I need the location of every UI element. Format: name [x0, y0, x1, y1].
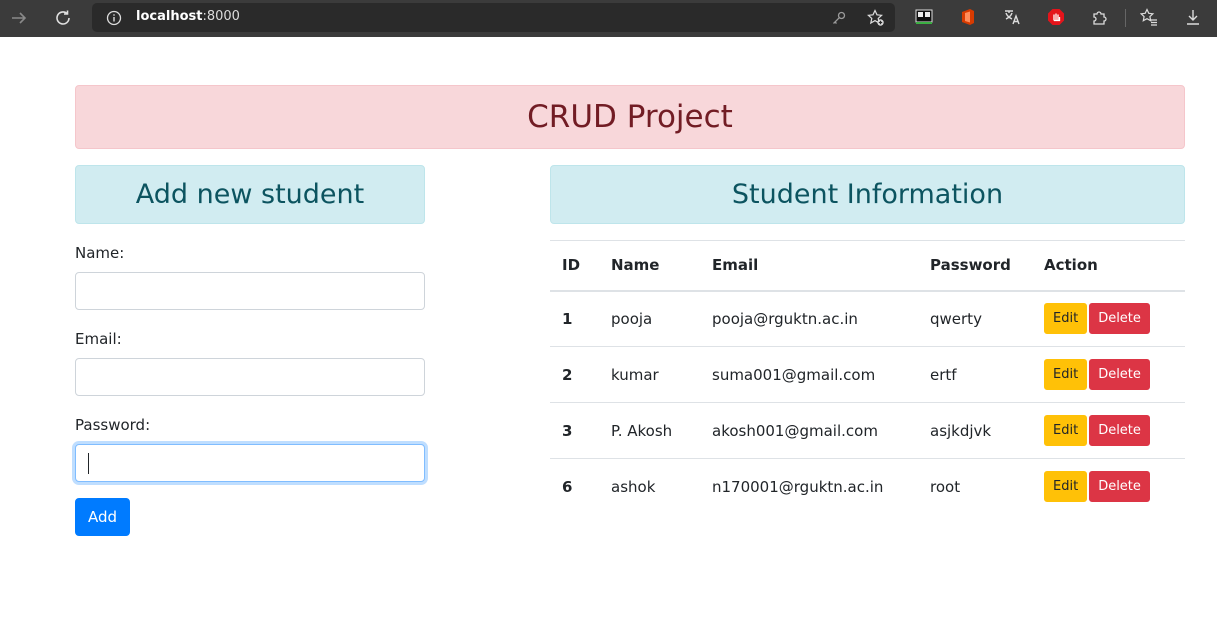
- password-input[interactable]: [75, 444, 425, 482]
- downloads-icon[interactable]: [1184, 8, 1202, 26]
- cell-name: P. Akosh: [611, 421, 673, 440]
- forward-icon[interactable]: [6, 6, 32, 30]
- name-label: Name:: [75, 244, 125, 262]
- page-title: CRUD Project: [75, 85, 1185, 149]
- extension-office-icon[interactable]: [959, 8, 977, 26]
- cell-action: Edit Delete: [1032, 459, 1185, 515]
- cell-action: Edit Delete: [1032, 291, 1185, 347]
- cell-password: asjkdjvk: [930, 421, 992, 440]
- column-header-id: ID: [562, 256, 581, 275]
- student-table: ID Name Email Password Action 1 pooja po…: [550, 240, 1185, 515]
- extensions-puzzle-icon[interactable]: [1091, 8, 1109, 26]
- column-header-password: Password: [930, 256, 1011, 275]
- cell-id: 6: [562, 477, 573, 496]
- table-row: 1 pooja pooja@rguktn.ac.in qwerty Edit De…: [550, 291, 1185, 347]
- browser-toolbar: localhost:8000: [0, 0, 1217, 37]
- address-bar[interactable]: localhost:8000: [92, 3, 895, 32]
- password-label: Password:: [75, 416, 151, 434]
- add-button[interactable]: Add: [75, 498, 130, 536]
- email-label: Email:: [75, 330, 122, 348]
- text-caret: [88, 453, 89, 474]
- cell-email: akosh001@gmail.com: [712, 421, 878, 440]
- cell-id: 2: [562, 365, 573, 384]
- url-host: localhost: [136, 9, 203, 24]
- edit-button[interactable]: Edit: [1044, 303, 1088, 335]
- extension-translate-icon[interactable]: [1003, 8, 1021, 26]
- cell-email: pooja@rguktn.ac.in: [712, 309, 858, 328]
- name-input[interactable]: [75, 272, 425, 310]
- delete-button[interactable]: Delete: [1089, 359, 1150, 390]
- table-row: 2 kumar suma001@gmail.com ertf Edit Delet…: [550, 347, 1185, 403]
- column-header-action: Action: [1044, 256, 1098, 275]
- url-port: :8000: [202, 9, 240, 24]
- cell-id: 3: [562, 421, 573, 440]
- info-icon[interactable]: [104, 8, 124, 28]
- column-header-name: Name: [611, 256, 660, 275]
- key-icon[interactable]: [829, 8, 849, 28]
- cell-email: suma001@gmail.com: [712, 365, 876, 384]
- table-header-row: ID Name Email Password Action: [550, 240, 1185, 291]
- edit-button[interactable]: Edit: [1044, 359, 1088, 390]
- edit-button[interactable]: Edit: [1044, 415, 1088, 446]
- extension-monitor-icon[interactable]: [915, 8, 933, 26]
- cell-action: Edit Delete: [1032, 347, 1185, 403]
- delete-button[interactable]: Delete: [1089, 303, 1150, 335]
- form-heading: Add new student: [75, 165, 425, 224]
- edit-button[interactable]: Edit: [1044, 471, 1088, 503]
- cell-name: ashok: [611, 477, 656, 496]
- delete-button[interactable]: Delete: [1089, 471, 1150, 503]
- cell-password: qwerty: [930, 309, 982, 328]
- extension-adblock-icon[interactable]: [1047, 8, 1065, 26]
- delete-button[interactable]: Delete: [1089, 415, 1150, 446]
- page-content: CRUD Project Add new student Name: Email…: [0, 37, 1217, 641]
- toolbar-divider: [1125, 9, 1126, 27]
- table-row: 6 ashok n170001@rguktn.ac.in root Edit De…: [550, 459, 1185, 515]
- favorite-add-icon[interactable]: [866, 8, 886, 28]
- cell-password: ertf: [930, 365, 957, 384]
- email-input[interactable]: [75, 358, 425, 396]
- refresh-icon[interactable]: [50, 6, 76, 30]
- table-row: 3 P. Akosh akosh001@gmail.com asjkdjvk E…: [550, 403, 1185, 459]
- cell-name: kumar: [611, 365, 659, 384]
- table-heading: Student Information: [550, 165, 1185, 224]
- url-text: localhost:8000: [136, 9, 240, 24]
- cell-email: n170001@rguktn.ac.in: [712, 477, 884, 496]
- cell-id: 1: [562, 309, 573, 328]
- cell-password: root: [930, 477, 961, 496]
- cell-name: pooja: [611, 309, 653, 328]
- favorites-icon[interactable]: [1140, 8, 1158, 26]
- cell-action: Edit Delete: [1032, 403, 1185, 459]
- column-header-email: Email: [712, 256, 759, 275]
